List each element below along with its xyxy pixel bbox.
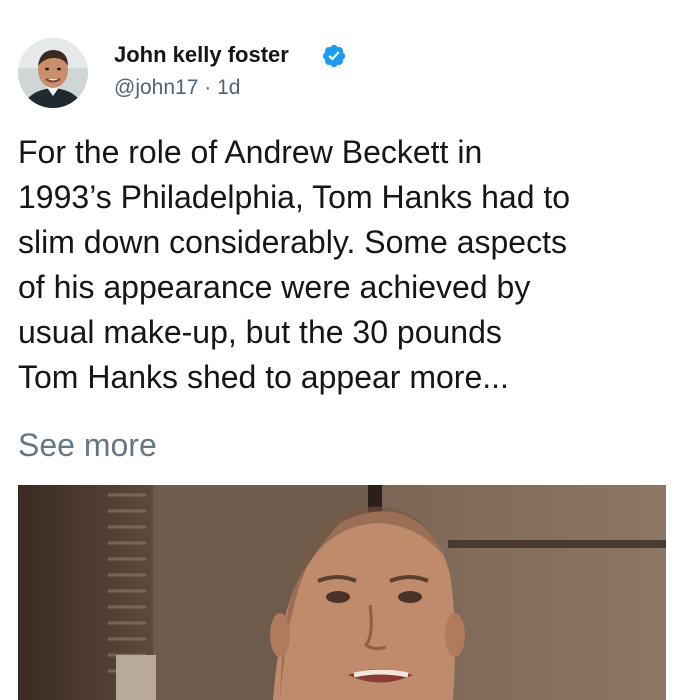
media-image [18, 485, 666, 700]
tweet-text-line: For the role of Andrew Beckett in [18, 134, 483, 170]
tweet-text-line: Tom Hanks shed to appear more... [18, 359, 509, 395]
meta-separator: · [204, 76, 212, 99]
tweet-text-line: of his appearance were achieved by [18, 269, 531, 305]
tweet-text-line: usual make-up, but the 30 pounds [18, 314, 502, 350]
tweet-text-line: slim down considerably. Some aspects [18, 224, 567, 260]
see-more-link[interactable]: See more [18, 423, 157, 468]
author-handle[interactable]: @john17 [114, 76, 198, 99]
avatar-portrait [18, 38, 88, 108]
tweet-text-line: 1993’s Philadelphia, Tom Hanks had to [18, 179, 571, 215]
verified-badge-icon [322, 44, 346, 68]
author-name[interactable]: John kelly foster [114, 42, 289, 68]
tweet-text: For the role of Andrew Beckett in 1993’s… [18, 130, 694, 400]
tweet-header: John kelly foster @john17 · 1d [18, 38, 678, 114]
tweet-media-photo[interactable] [18, 485, 666, 700]
author-avatar[interactable] [18, 38, 88, 108]
tweet-timestamp[interactable]: 1d [217, 76, 240, 99]
handle-line: @john17 · 1d [114, 76, 240, 100]
